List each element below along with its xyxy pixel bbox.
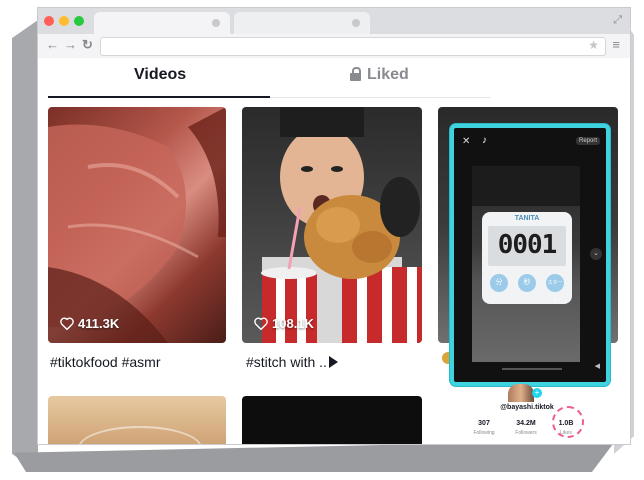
tab-videos[interactable]: Videos	[134, 66, 186, 84]
timer-button-min: 分	[490, 274, 508, 292]
like-count-value: 108.1K	[272, 316, 314, 331]
close-window-button[interactable]	[44, 16, 54, 26]
progress-bar[interactable]	[502, 368, 562, 370]
steak-thumbnail	[48, 107, 226, 343]
like-count: 108.1K	[254, 316, 314, 331]
mockup-slab-bottom	[14, 440, 616, 472]
tab-divider	[270, 97, 490, 98]
traffic-lights	[44, 16, 84, 26]
active-tab-indicator	[48, 96, 270, 98]
player-header: ✕ ♪ Report	[454, 128, 606, 156]
tab-close-icon[interactable]	[212, 19, 220, 27]
profile-avatar[interactable]	[508, 384, 534, 402]
tab-close-icon[interactable]	[352, 19, 360, 27]
like-count: 411.3K	[60, 316, 119, 331]
kitchen-timer: TANITA 0001 分 秒 スタート	[482, 212, 572, 304]
forward-icon[interactable]: →	[64, 37, 77, 52]
tiktok-logo-icon: ♪	[482, 135, 487, 146]
reload-icon[interactable]: ↻	[82, 37, 93, 53]
stat-following-value: 307	[478, 420, 490, 427]
back-icon[interactable]: ←	[46, 37, 59, 52]
timer-digits: 0001	[497, 230, 558, 260]
mockup-slab-side	[12, 20, 38, 472]
stat-following-label: Following	[473, 430, 495, 436]
follow-plus-icon[interactable]: +	[532, 388, 542, 398]
video-caption-1[interactable]: #tiktokfood #asmr	[50, 354, 161, 370]
stat-likes-label: Likes	[560, 430, 572, 436]
play-icon	[328, 356, 338, 368]
tab-liked-label: Liked	[367, 66, 409, 83]
video-card-2[interactable]: 108.1K	[242, 107, 422, 343]
heart-outline-icon	[254, 317, 268, 330]
stat-followers-label: Followers	[515, 430, 537, 436]
report-button[interactable]: Report	[575, 137, 600, 145]
stat-likes-value: 1.0B	[558, 420, 574, 427]
like-count-value: 411.3K	[78, 316, 120, 331]
timer-screen: 0001	[488, 226, 566, 266]
eating-thumbnail	[261, 107, 422, 343]
heart-outline-icon	[60, 317, 74, 330]
video-card-4[interactable]	[48, 396, 226, 444]
maximize-window-button[interactable]	[74, 16, 84, 26]
address-bar[interactable]: ★	[100, 37, 606, 56]
chevron-down-icon[interactable]: ⌄	[590, 248, 602, 260]
browser-toolbar: ← → ↻ ★ ≡	[38, 34, 630, 58]
tab-liked[interactable]: Liked	[350, 66, 409, 84]
video-caption-2[interactable]: #stitch with ..	[246, 354, 338, 370]
minimize-window-button[interactable]	[59, 16, 69, 26]
browser-tab-1[interactable]	[94, 12, 230, 34]
timer-button-sec: 秒	[518, 274, 536, 292]
browser-tab-2[interactable]	[234, 12, 370, 34]
browser-menu-icon[interactable]: ≡	[612, 37, 620, 52]
timer-brand: TANITA	[514, 215, 540, 222]
player-video[interactable]: TANITA 0001 分 秒 スタート	[472, 166, 580, 362]
lock-icon	[350, 67, 361, 81]
video-card-5[interactable]	[242, 396, 422, 444]
volume-icon[interactable]: ◀	[595, 362, 600, 370]
timer-button-start: スタート	[546, 274, 564, 304]
bookmark-star-icon[interactable]: ★	[588, 38, 599, 52]
video-card-1[interactable]: 411.3K	[48, 107, 226, 343]
video-player-overlay[interactable]: ✕ ♪ Report TANITA 0001 分 秒 スタート ⌄ ◀	[450, 124, 610, 386]
close-icon[interactable]: ✕	[462, 136, 470, 147]
video-caption-2-text: #stitch with ..	[246, 354, 327, 370]
gloves-area	[472, 166, 580, 206]
stat-followers-value: 34.2M	[516, 420, 536, 427]
expand-icon[interactable]: ⤢	[613, 14, 622, 27]
